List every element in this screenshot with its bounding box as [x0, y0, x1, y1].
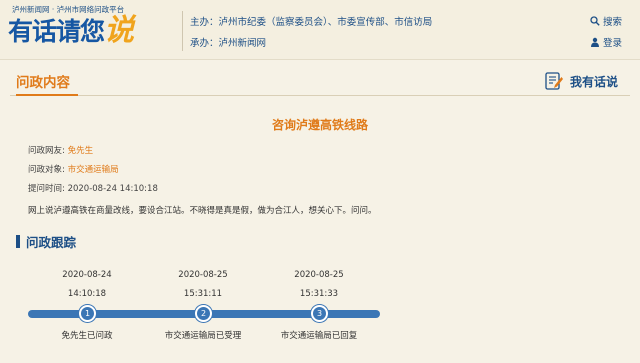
login-link[interactable]: 登录 [590, 35, 622, 49]
step-time: 15:31:33 [299, 289, 339, 299]
time-value: 2020-08-24 14:10:18 [67, 184, 158, 194]
header-divider [182, 11, 183, 51]
site-logo[interactable]: 有话请您说 [8, 13, 134, 49]
followup-title: 问政跟踪 [26, 235, 77, 250]
user-icon [590, 37, 599, 47]
time-label: 提问时间: [28, 184, 65, 194]
target-value[interactable]: 市交通运输局 [68, 165, 119, 175]
target-row: 问政对象: 市交通运输局 [28, 163, 119, 175]
search-link[interactable]: 搜索 [590, 14, 622, 28]
logo-main-text: 有话请您 [8, 17, 105, 46]
login-label: 登录 [602, 38, 622, 49]
sponsor-text: 主办：泸州市纪委（监察委员会）、市委宣传部、市信访局 [190, 17, 433, 28]
organizer-text: 承办：泸州新闻网 [190, 38, 267, 49]
site-header: 泸州新闻网 · 泸州市网络问政平台 有话请您说 主办：泸州市纪委（监察委员会）、… [0, 0, 640, 60]
time-row: 提问时间: 2020-08-24 14:10:18 [28, 182, 158, 194]
section-title: 问政内容 [16, 75, 70, 91]
step-number: 1 [79, 305, 96, 322]
search-label: 搜索 [602, 17, 622, 28]
asker-value: 免先生 [67, 146, 94, 156]
step-number: 3 [311, 305, 328, 322]
target-label: 问政对象: [28, 165, 65, 175]
question-content: 网上说泸遵高铁在商量改线，要设合江站。不晓得是真是假，做为合江人，想关心下。问问… [28, 206, 377, 216]
step-date: 2020-08-25 [178, 270, 228, 280]
step-number: 2 [195, 305, 212, 322]
speak-button-label: 我有话说 [569, 74, 618, 89]
step-time: 14:10:18 [67, 289, 107, 299]
edit-note-icon [545, 72, 563, 90]
step-description: 免先生已问政 [61, 331, 113, 341]
question-title: 咨询泸遵高铁线路 [271, 118, 368, 132]
logo-accent-text: 说 [104, 13, 134, 48]
followup-marker [16, 235, 20, 248]
step-description: 市交通运输局已受理 [164, 331, 242, 341]
search-icon [590, 16, 600, 26]
section-bar: 问政内容 我有话说 [10, 68, 630, 96]
speak-button[interactable]: 我有话说 [544, 71, 618, 91]
followup-header: 问政跟踪 [16, 232, 76, 251]
asker-label: 问政网友: [28, 146, 65, 156]
step-description: 市交通运输局已回复 [280, 331, 358, 341]
asker-row: 问政网友: 免先生 [28, 144, 93, 156]
step-date: 2020-08-24 [62, 270, 112, 280]
section-underline [16, 94, 78, 96]
step-time: 15:31:11 [183, 289, 223, 299]
step-date: 2020-08-25 [294, 270, 344, 280]
